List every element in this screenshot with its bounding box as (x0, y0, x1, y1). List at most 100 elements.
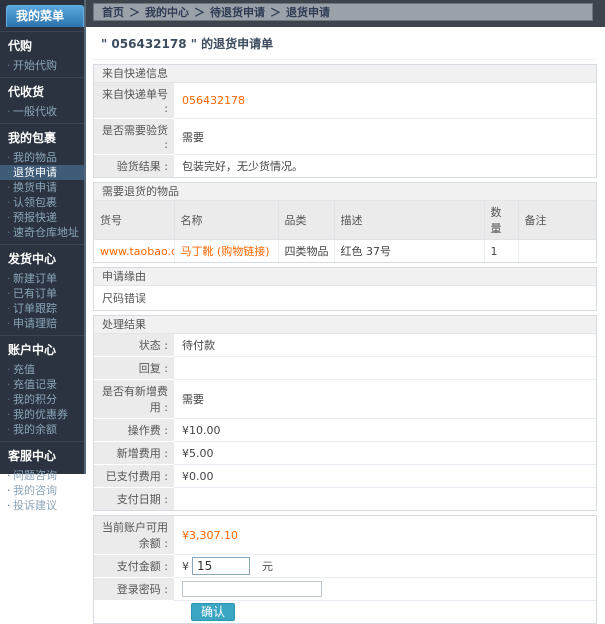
sidebar-menu-title: 我的菜单 (6, 5, 84, 27)
breadcrumb-pending-returns[interactable]: 待退货申请 (210, 4, 265, 20)
sidebar-item-forecast-express[interactable]: 预报快递 (0, 210, 84, 225)
sidebar-item-question-consult[interactable]: 问题咨询 (0, 468, 84, 483)
express-info-title: 来自快递信息 (94, 65, 596, 83)
result-title: 处理结果 (94, 316, 596, 334)
col-remark: 备注 (518, 201, 596, 240)
result-row-extra-fee-needed: 是否有新增费用 : 需要 (94, 380, 596, 419)
breadcrumb-separator: ＞ (129, 4, 140, 20)
sidebar-item-recharge-records[interactable]: 充值记录 (0, 377, 84, 392)
sidebar-item-my-consult[interactable]: 我的咨询 (0, 483, 84, 498)
page-title: " 056432178 " 的退货申请单 (93, 27, 597, 60)
item-description: 红色 37号 (334, 240, 484, 263)
item-quantity: 1 (484, 240, 518, 263)
sidebar-group-shipping-center: 发货中心 (0, 244, 84, 271)
item-url-link[interactable]: www.taobao.com (100, 245, 174, 258)
sidebar-item-general-receiving[interactable]: 一般代收 (0, 104, 84, 119)
sidebar-item-order-tracking[interactable]: 订单跟踪 (0, 301, 84, 316)
col-description: 描述 (334, 201, 484, 240)
sidebar-item-claim-compensation[interactable]: 申请理赔 (0, 316, 84, 331)
field-label: 是否有新增费用 : (94, 380, 174, 419)
payment-row-confirm: 确认 (94, 601, 596, 623)
sidebar-item-new-order[interactable]: 新建订单 (0, 271, 84, 286)
express-row-tracking: 来自快递单号 : 056432178 (94, 83, 596, 119)
col-quantity: 数量 (484, 201, 518, 240)
sidebar-item-recharge[interactable]: 充值 (0, 362, 84, 377)
col-item-no: 货号 (94, 201, 174, 240)
payment-row-amount: 支付金额 : ¥ 元 (94, 555, 596, 578)
field-label: 是否需要验货 : (94, 119, 174, 155)
payment-section: 当前账户可用余额 : ¥3,307.10 支付金额 : ¥ 元 登录密码 : 确… (93, 515, 597, 624)
payment-row-password: 登录密码 : (94, 578, 596, 601)
sidebar-item-warehouse-address[interactable]: 速奇仓库地址 (0, 225, 84, 240)
inspection-needed-value: 需要 (174, 119, 596, 155)
password-input[interactable] (182, 581, 322, 597)
table-row: www.taobao.com 马丁靴 (购物链接) 四类物品 红色 37号 1 (94, 240, 596, 263)
return-items-title: 需要退货的物品 (94, 183, 596, 201)
breadcrumb-current: 退货申请 (286, 4, 330, 20)
status-value: 待付款 (174, 334, 596, 357)
result-row-status: 状态 : 待付款 (94, 334, 596, 357)
field-label: 回复 : (94, 357, 174, 380)
paid-fee-value: ¥0.00 (174, 465, 596, 488)
shop-link[interactable]: (购物链接) (217, 245, 270, 258)
payment-row-balance: 当前账户可用余额 : ¥3,307.10 (94, 516, 596, 555)
item-remark (518, 240, 596, 263)
breadcrumb-separator: ＞ (270, 4, 281, 20)
result-row-operation-fee: 操作费 : ¥10.00 (94, 419, 596, 442)
field-label: 登录密码 : (94, 578, 174, 601)
sidebar-item-my-coupons[interactable]: 我的优惠券 (0, 407, 84, 422)
reply-value (174, 357, 596, 380)
field-label: 来自快递单号 : (94, 83, 174, 119)
sidebar-group-account-center: 账户中心 (0, 335, 84, 362)
confirm-button[interactable]: 确认 (191, 603, 235, 621)
sidebar-item-my-points[interactable]: 我的积分 (0, 392, 84, 407)
currency-symbol: ¥ (182, 560, 189, 573)
item-name: 马丁靴 (181, 245, 214, 258)
return-items-section: 需要退货的物品 货号 名称 品类 描述 数量 备注 (93, 182, 597, 263)
sidebar-group-service-center: 客服中心 (0, 441, 84, 468)
express-row-inspection-needed: 是否需要验货 : 需要 (94, 119, 596, 155)
extra-fee-needed-value: 需要 (174, 380, 596, 419)
item-category: 四类物品 (278, 240, 334, 263)
amount-unit: 元 (262, 558, 273, 574)
reason-content: 尺码错误 (94, 286, 596, 310)
result-section: 处理结果 状态 : 待付款 回复 : 是否有新增费用 : 需要 操作费 : ¥1… (93, 315, 597, 511)
reason-section: 申请缘由 尺码错误 (93, 267, 597, 311)
sidebar-item-exchange-request[interactable]: 换货申请 (0, 180, 84, 195)
express-info-section: 来自快递信息 来自快递单号 : 056432178 是否需要验货 : 需要 验货… (93, 64, 597, 178)
sidebar-group-my-packages: 我的包裹 (0, 123, 84, 150)
field-label: 支付日期 : (94, 488, 174, 510)
reason-title: 申请缘由 (94, 268, 596, 286)
sidebar-item-claim-package[interactable]: 认领包裹 (0, 195, 84, 210)
sidebar: 我的菜单 代购 开始代购 代收货 一般代收 我的包裹 我的物品 退货申请 换货申… (0, 0, 86, 474)
result-row-pay-date: 支付日期 : (94, 488, 596, 510)
field-label: 支付金额 : (94, 555, 174, 578)
field-label: 验货结果 : (94, 155, 174, 177)
result-row-paid-fee: 已支付费用 : ¥0.00 (94, 465, 596, 488)
breadcrumb: 首页 ＞ 我的中心 ＞ 待退货申请 ＞ 退货申请 (93, 3, 593, 21)
result-row-new-fee: 新增费用 : ¥5.00 (94, 442, 596, 465)
operation-fee-value: ¥10.00 (174, 419, 596, 442)
breadcrumb-separator: ＞ (194, 4, 205, 20)
breadcrumb-home[interactable]: 首页 (102, 4, 124, 20)
sidebar-item-return-request[interactable]: 退货申请 (0, 165, 84, 180)
sidebar-item-my-balance[interactable]: 我的余额 (0, 422, 84, 437)
inspection-result-value: 包装完好，无少货情况。 (174, 155, 596, 177)
pay-date-value (174, 488, 596, 510)
field-label: 新增费用 : (94, 442, 174, 465)
sidebar-item-my-items[interactable]: 我的物品 (0, 150, 84, 165)
balance-value: ¥3,307.10 (174, 516, 596, 555)
col-category: 品类 (278, 201, 334, 240)
breadcrumb-my-center[interactable]: 我的中心 (145, 4, 189, 20)
field-label: 已支付费用 : (94, 465, 174, 488)
amount-input[interactable] (192, 557, 250, 575)
table-header-row: 货号 名称 品类 描述 数量 备注 (94, 201, 596, 240)
sidebar-item-complaint-suggest[interactable]: 投诉建议 (0, 498, 84, 513)
sidebar-item-existing-orders[interactable]: 已有订单 (0, 286, 84, 301)
sidebar-item-start-proxy-buy[interactable]: 开始代购 (0, 58, 84, 73)
sidebar-group-daigou: 代购 (0, 31, 84, 58)
main-content: " 056432178 " 的退货申请单 来自快递信息 来自快递单号 : 056… (86, 27, 605, 474)
col-name: 名称 (174, 201, 278, 240)
result-row-reply: 回复 : (94, 357, 596, 380)
field-label: 操作费 : (94, 419, 174, 442)
